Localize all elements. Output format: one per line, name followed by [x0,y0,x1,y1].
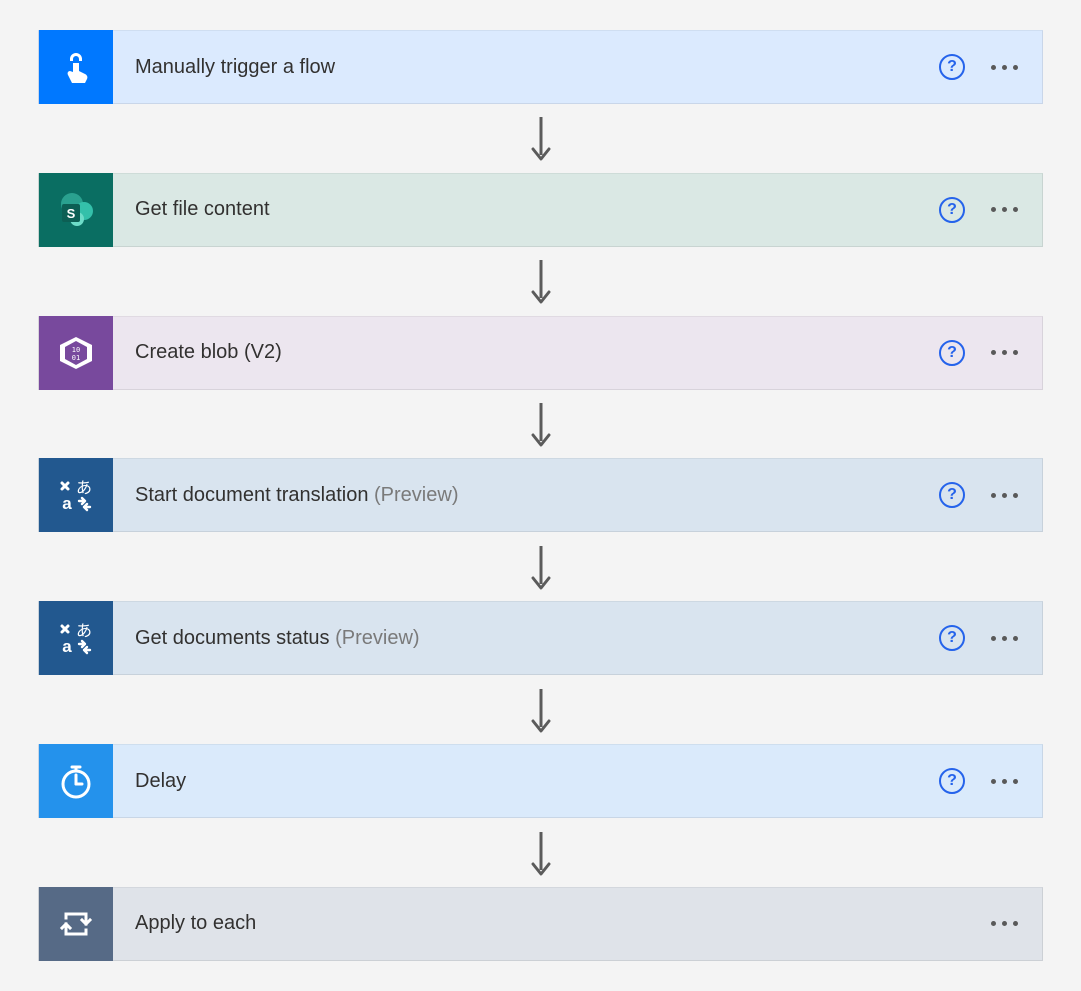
step-title: Get documents status (Preview) [113,627,939,650]
flow-arrow-icon [529,818,553,887]
loop-icon [39,887,113,961]
help-icon[interactable]: ? [939,625,965,651]
flow-step[interactable]: Start document translation (Preview)? [38,458,1043,532]
step-title: Manually trigger a flow [113,56,939,79]
flow-step[interactable]: Delay? [38,744,1043,818]
help-icon[interactable]: ? [939,54,965,80]
more-menu-button[interactable] [991,65,1018,70]
more-menu-button[interactable] [991,350,1018,355]
flow-arrow-icon [529,390,553,459]
step-title: Start document translation (Preview) [113,484,939,507]
flow-step[interactable]: Get documents status (Preview)? [38,601,1043,675]
translate-icon [39,458,113,532]
step-title: Create blob (V2) [113,341,939,364]
more-menu-button[interactable] [991,636,1018,641]
step-title: Apply to each [113,912,991,935]
step-actions: ? [939,197,1042,223]
help-icon[interactable]: ? [939,482,965,508]
flow-step[interactable]: Apply to each [38,887,1043,961]
flow-arrow-icon [529,532,553,601]
flow-arrow-icon [529,104,553,173]
more-menu-button[interactable] [991,207,1018,212]
step-title: Delay [113,770,939,793]
step-actions: ? [939,625,1042,651]
step-actions [991,921,1042,926]
flow-step[interactable]: Create blob (V2)? [38,316,1043,390]
stopwatch-icon [39,744,113,818]
touch-icon [39,30,113,104]
step-actions: ? [939,482,1042,508]
sharepoint-icon [39,173,113,247]
step-actions: ? [939,768,1042,794]
more-menu-button[interactable] [991,493,1018,498]
help-icon[interactable]: ? [939,340,965,366]
blob-icon [39,316,113,390]
flow-step[interactable]: Manually trigger a flow? [38,30,1043,104]
help-icon[interactable]: ? [939,197,965,223]
more-menu-button[interactable] [991,779,1018,784]
step-title: Get file content [113,198,939,221]
help-icon[interactable]: ? [939,768,965,794]
flow-arrow-icon [529,247,553,316]
translate-icon [39,601,113,675]
step-actions: ? [939,340,1042,366]
more-menu-button[interactable] [991,921,1018,926]
flow-arrow-icon [529,675,553,744]
step-actions: ? [939,54,1042,80]
flow-step[interactable]: Get file content? [38,173,1043,247]
flow-canvas: Manually trigger a flow?Get file content… [0,0,1081,991]
